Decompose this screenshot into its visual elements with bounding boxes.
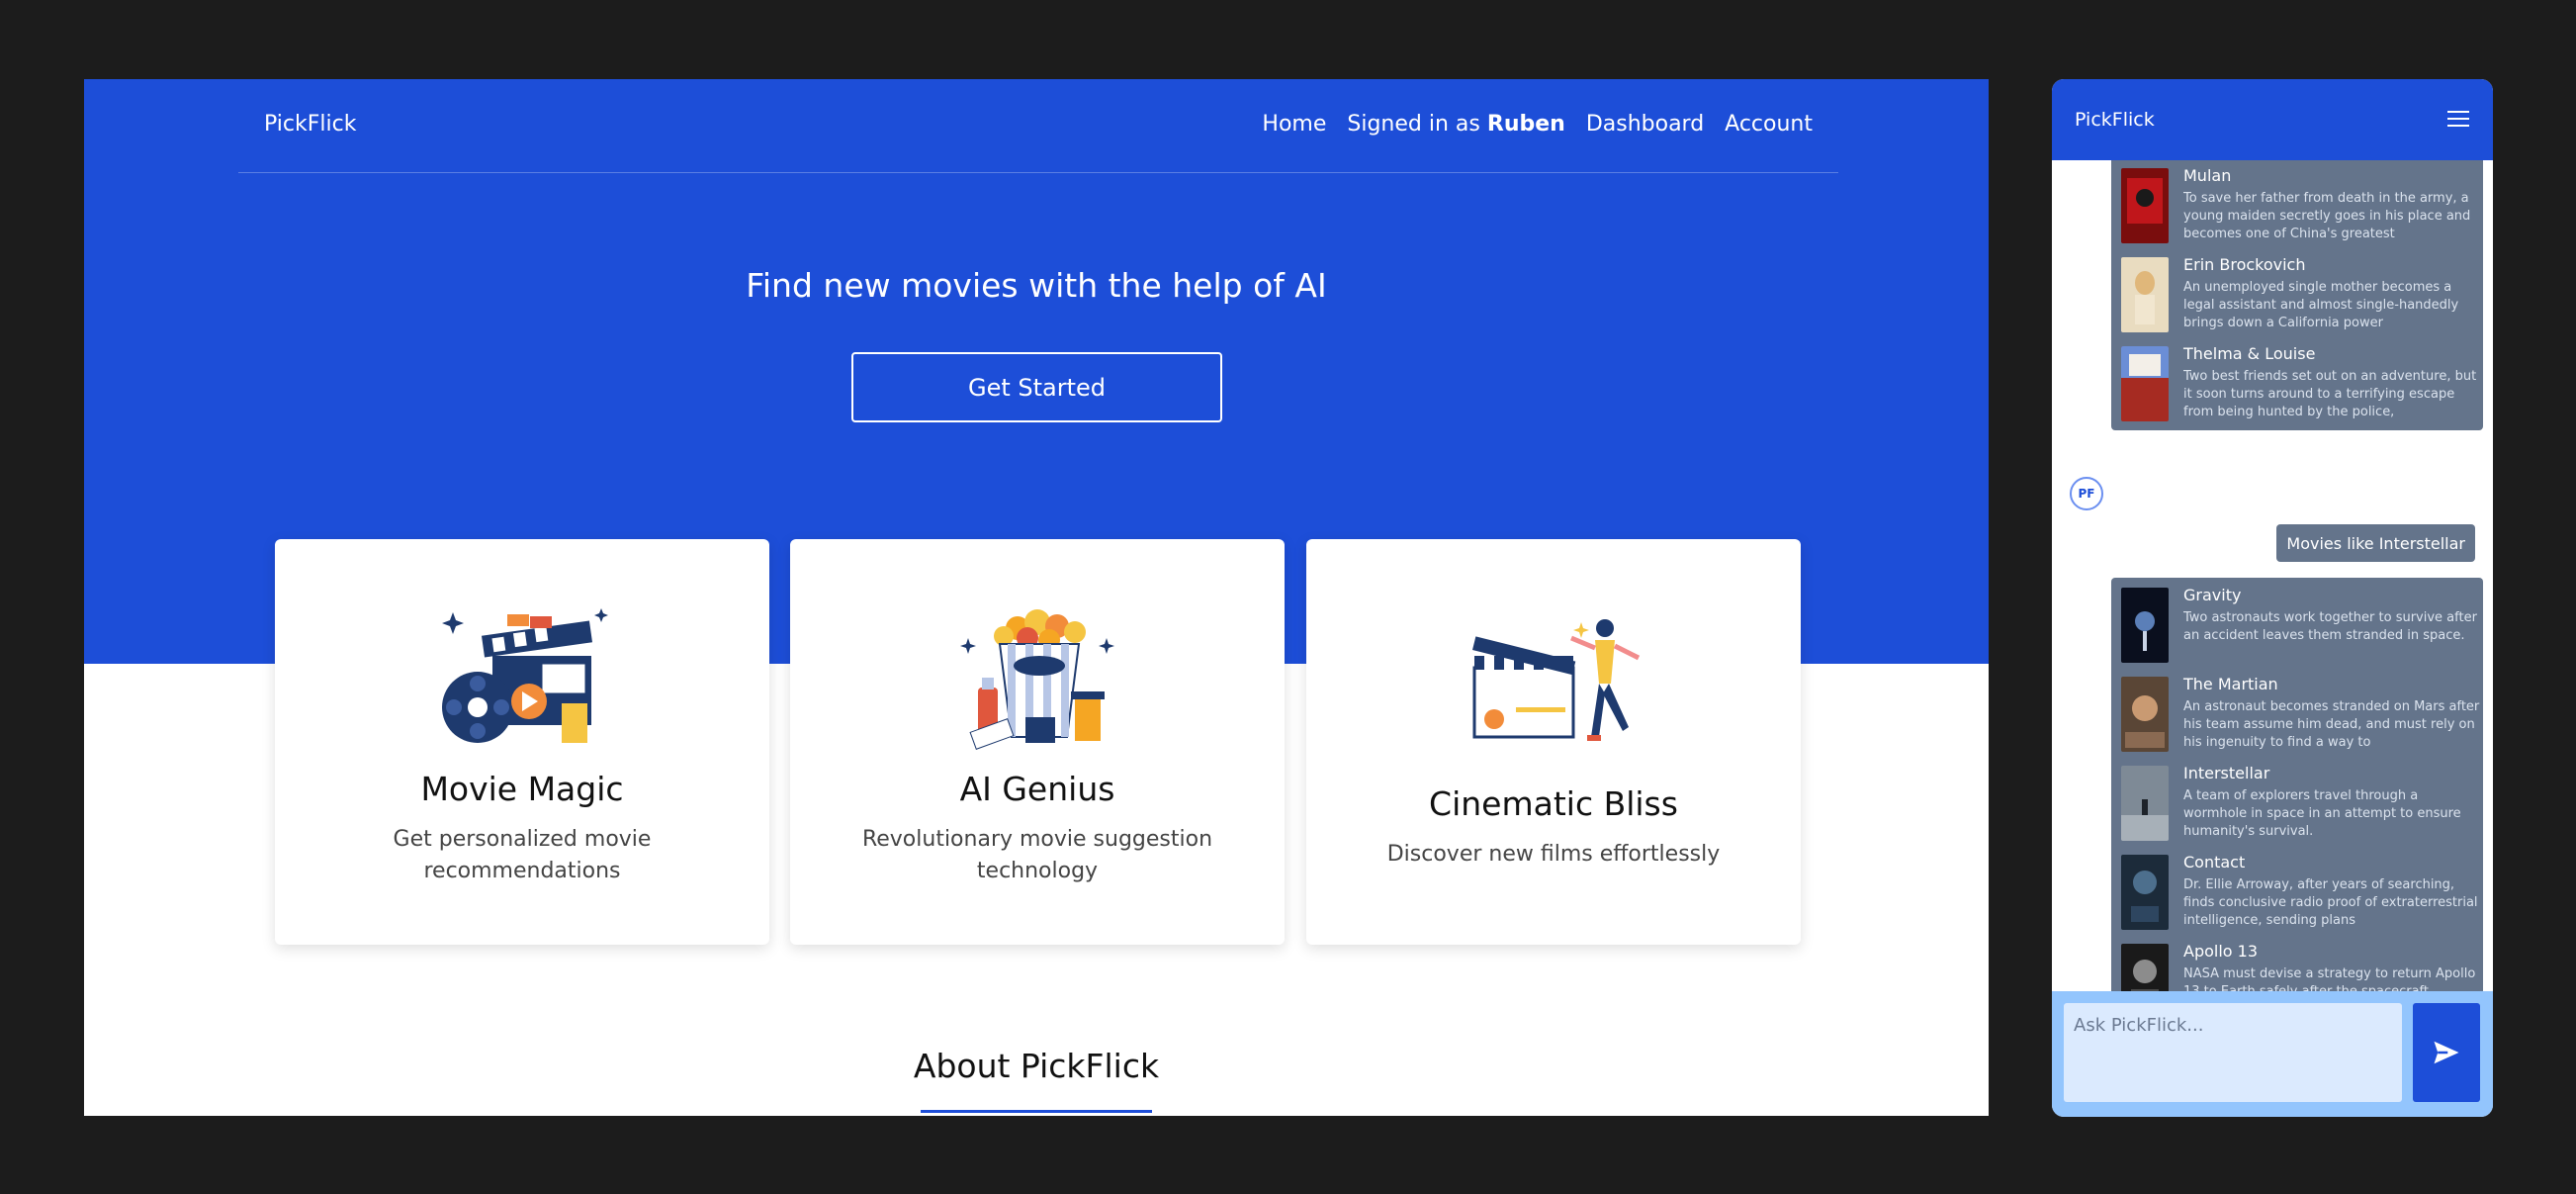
get-started-button[interactable]: Get Started bbox=[851, 352, 1222, 422]
nav-signed-in: Signed in as Ruben bbox=[1347, 112, 1564, 137]
movie-title: Contact bbox=[2183, 853, 2246, 872]
feature-card-ai-genius: AI Genius Revolutionary movie suggestion… bbox=[790, 539, 1285, 945]
signed-in-prefix: Signed in as bbox=[1347, 112, 1480, 137]
send-button[interactable] bbox=[2413, 1003, 2480, 1102]
movie-result[interactable]: The Martian An astronaut becomes strande… bbox=[2117, 673, 2480, 756]
movie-poster-icon bbox=[2121, 677, 2169, 752]
movie-poster-icon bbox=[2121, 257, 2169, 332]
chat-input[interactable] bbox=[2064, 1003, 2402, 1102]
mobile-header: PickFlick bbox=[2052, 79, 2493, 160]
movie-title: Apollo 13 bbox=[2183, 942, 2259, 961]
bot-response-bubble: Gravity Two astronauts work together to … bbox=[2111, 578, 2483, 991]
movie-description: To save her father from death in the arm… bbox=[2183, 191, 2471, 241]
clapperboard-woman-illustration-icon bbox=[1472, 619, 1641, 741]
hamburger-menu-icon[interactable] bbox=[2447, 111, 2469, 129]
card-title: Cinematic Bliss bbox=[1429, 784, 1678, 823]
movie-title: Thelma & Louise bbox=[2183, 344, 2316, 363]
movie-result[interactable]: Apollo 13 NASA must devise a strategy to… bbox=[2117, 940, 2477, 991]
card-title: AI Genius bbox=[959, 770, 1115, 808]
send-icon bbox=[2434, 1041, 2459, 1064]
movie-poster-icon bbox=[2121, 944, 2169, 991]
movie-poster-icon bbox=[2121, 168, 2169, 243]
card-title: Movie Magic bbox=[420, 770, 624, 808]
movie-result[interactable]: Mulan To save her father from death in t… bbox=[2117, 164, 2477, 247]
movie-poster-icon bbox=[2121, 588, 2169, 663]
nav-home[interactable]: Home bbox=[1262, 112, 1326, 137]
signed-in-user: Ruben bbox=[1486, 112, 1565, 137]
movie-title: Gravity bbox=[2183, 586, 2242, 604]
movie-poster-icon bbox=[2121, 346, 2169, 421]
movie-description: Two astronauts work together to survive … bbox=[2183, 610, 2477, 643]
mobile-brand-logo[interactable]: PickFlick bbox=[2075, 109, 2155, 131]
card-description: Revolutionary movie suggestion technolog… bbox=[861, 827, 1213, 883]
nav-dashboard[interactable]: Dashboard bbox=[1586, 112, 1704, 137]
chat-messages[interactable]: Mulan To save her father from death in t… bbox=[2052, 160, 2493, 991]
film-reel-illustration-icon bbox=[442, 608, 608, 743]
movie-result[interactable]: Gravity Two astronauts work together to … bbox=[2117, 584, 2477, 667]
desktop-page: PickFlick Home Signed in as Ruben Dashbo… bbox=[84, 79, 1989, 1116]
movie-description: A team of explorers travel through a wor… bbox=[2183, 788, 2461, 839]
hero-title: Find new movies with the help of AI bbox=[746, 266, 1327, 305]
about-section-title: About PickFlick bbox=[913, 1047, 1160, 1085]
card-description: Get personalized movie recommendations bbox=[393, 827, 652, 883]
movie-poster-icon bbox=[2121, 766, 2169, 841]
movie-result[interactable]: Interstellar A team of explorers travel … bbox=[2117, 762, 2477, 845]
movie-title: Erin Brockovich bbox=[2183, 255, 2306, 274]
mobile-chat-panel: PickFlick Mulan To save her father from … bbox=[2052, 79, 2493, 1117]
movie-result[interactable]: Contact Dr. Ellie Arroway, after years o… bbox=[2117, 851, 2478, 934]
feature-card-movie-magic: Movie Magic Get personalized movie recom… bbox=[275, 539, 769, 945]
about-underline bbox=[921, 1110, 1152, 1113]
movie-description: Dr. Ellie Arroway, after years of search… bbox=[2183, 877, 2478, 928]
movie-title: The Martian bbox=[2183, 675, 2278, 693]
movie-description: An astronaut becomes stranded on Mars af… bbox=[2183, 699, 2480, 750]
movie-title: Mulan bbox=[2183, 166, 2232, 185]
movie-poster-icon bbox=[2121, 855, 2169, 930]
movie-title: Interstellar bbox=[2183, 764, 2270, 782]
navbar: PickFlick Home Signed in as Ruben Dashbo… bbox=[238, 79, 1838, 173]
nav-links: Home Signed in as Ruben Dashboard Accoun… bbox=[1262, 112, 1813, 137]
movie-description: Two best friends set out on an adventure… bbox=[2183, 369, 2477, 419]
feature-card-cinematic-bliss: Cinematic Bliss Discover new films effor… bbox=[1306, 539, 1801, 945]
card-description: Discover new films effortlessly bbox=[1386, 842, 1721, 867]
brand-logo[interactable]: PickFlick bbox=[264, 112, 356, 137]
user-message-bubble: Movies like Interstellar bbox=[2276, 524, 2475, 562]
movie-result[interactable]: Thelma & Louise Two best friends set out… bbox=[2117, 342, 2477, 425]
bot-response-bubble: Mulan To save her father from death in t… bbox=[2111, 160, 2483, 430]
popcorn-illustration-icon bbox=[960, 609, 1114, 750]
movie-result[interactable]: Erin Brockovich An unemployed single mot… bbox=[2117, 253, 2477, 336]
movie-description: An unemployed single mother becomes a le… bbox=[2183, 280, 2459, 330]
nav-account[interactable]: Account bbox=[1725, 112, 1813, 137]
chat-footer bbox=[2052, 991, 2493, 1117]
movie-description: NASA must devise a strategy to return Ap… bbox=[2183, 966, 2476, 991]
bot-avatar: PF bbox=[2070, 477, 2103, 510]
